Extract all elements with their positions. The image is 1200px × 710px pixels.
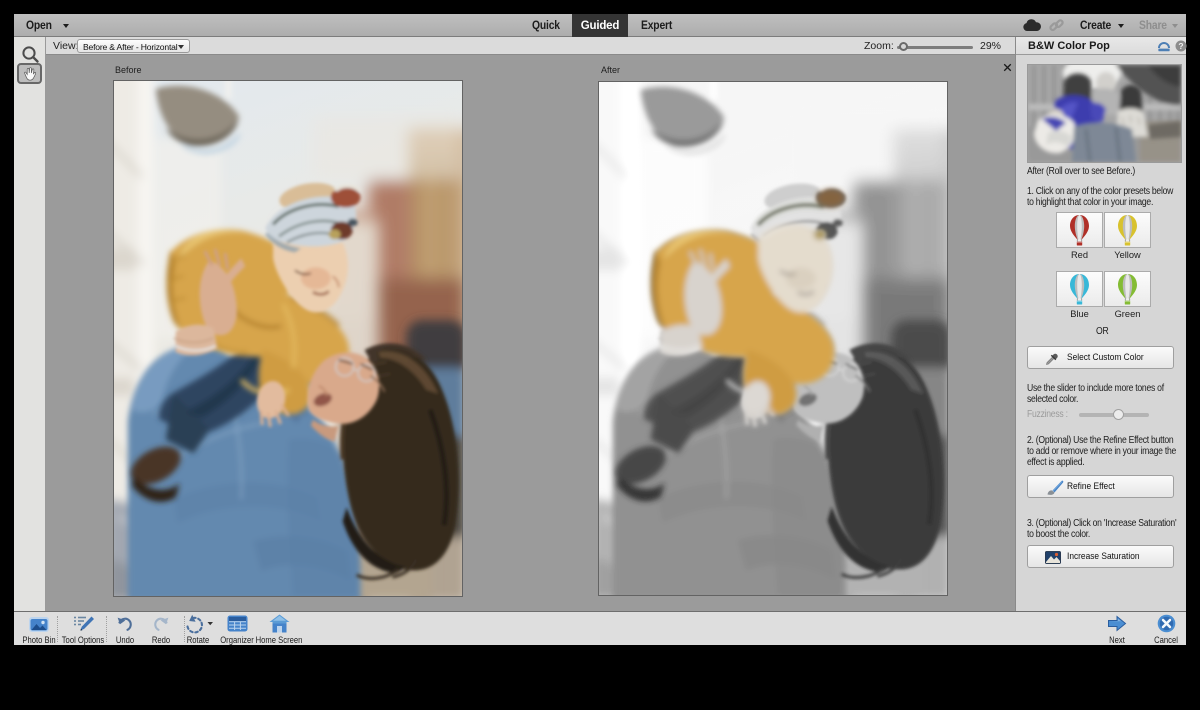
svg-text:?: ? xyxy=(1178,41,1183,51)
